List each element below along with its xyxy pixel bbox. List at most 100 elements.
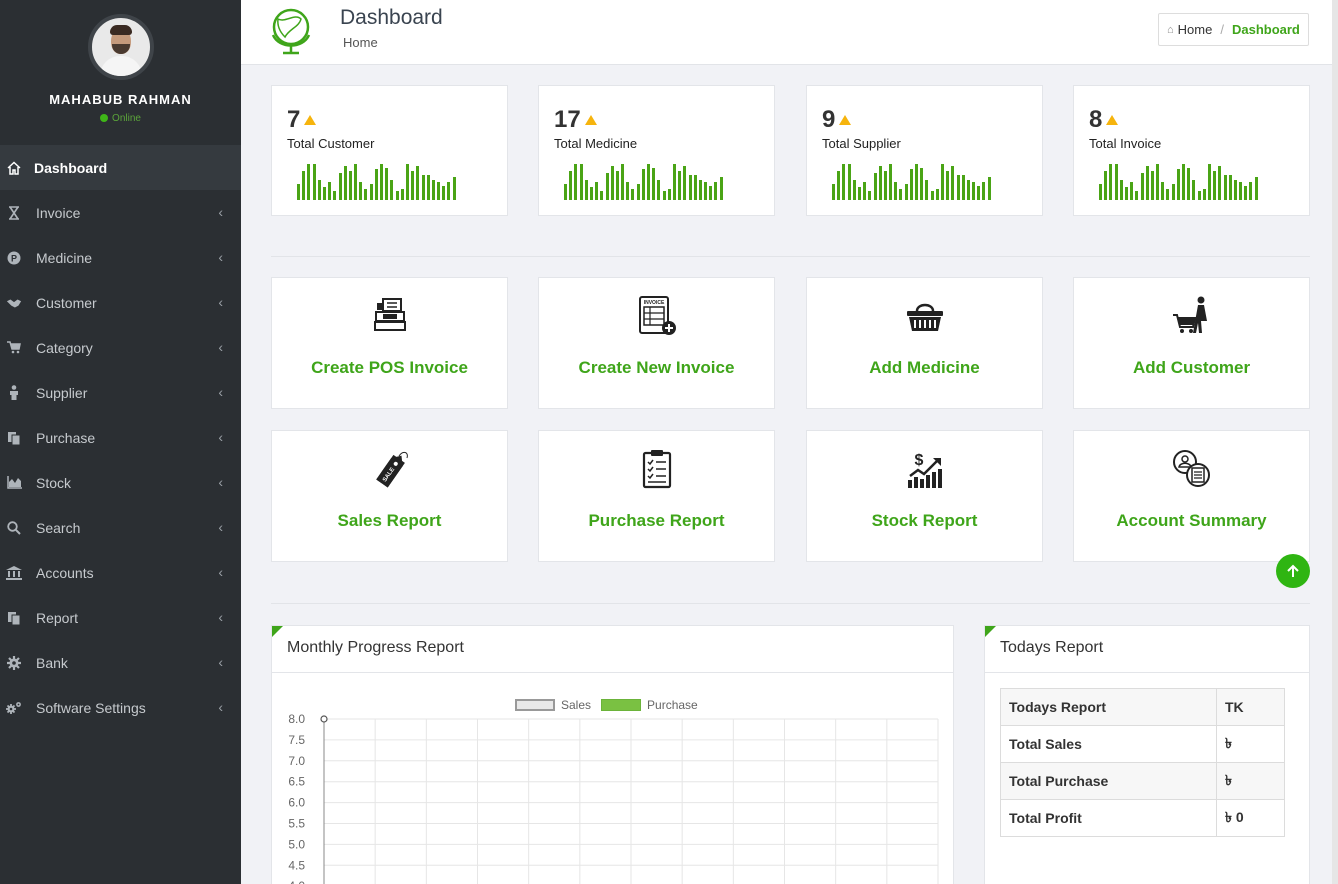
spark-bar xyxy=(1171,184,1175,200)
spark-bar xyxy=(426,175,430,200)
add-medicine-button[interactable]: Add Medicine xyxy=(806,277,1043,409)
spark-bar xyxy=(1130,182,1134,200)
create-new-invoice-button[interactable]: INVOICE Create New Invoice xyxy=(538,277,775,409)
spark-bar xyxy=(698,180,702,200)
spark-bar xyxy=(946,171,950,200)
spark-bar xyxy=(369,184,373,200)
spark-bar xyxy=(883,171,887,200)
sidebar-item-label: Supplier xyxy=(36,384,88,401)
sidebar-item-supplier[interactable]: Supplier ‹ xyxy=(0,370,241,415)
todays-report-table: Todays Report TK Total Sales ৳ Total Pur… xyxy=(1000,688,1285,837)
y-tick-label: 7.5 xyxy=(288,733,305,747)
create-pos-invoice-button[interactable]: Create POS Invoice xyxy=(271,277,508,409)
spark-bar xyxy=(1166,189,1170,200)
spark-bar xyxy=(987,177,991,200)
sidebar-item-stock[interactable]: Stock ‹ xyxy=(0,460,241,505)
spark-bar xyxy=(338,173,342,200)
stat-card-medicine: 17 Total Medicine xyxy=(538,85,775,216)
purchase-report-button[interactable]: Purchase Report xyxy=(538,430,775,562)
spark-bar xyxy=(322,187,326,200)
spark-bar xyxy=(641,169,645,200)
spark-bar xyxy=(837,171,841,200)
spark-bar xyxy=(1244,186,1248,200)
sidebar-item-search[interactable]: Search ‹ xyxy=(0,505,241,550)
sidebar-item-bank[interactable]: Bank ‹ xyxy=(0,640,241,685)
stock-report-button[interactable]: $ Stock Report xyxy=(806,430,1043,562)
sales-report-button[interactable]: SALE Sales Report xyxy=(271,430,508,562)
table-row: Total Sales ৳ xyxy=(1000,725,1285,763)
globe-icon xyxy=(271,8,311,55)
avatar[interactable] xyxy=(87,14,154,80)
chevron-left-icon: ‹ xyxy=(218,384,223,400)
table-cell: Todays Report xyxy=(1000,688,1217,726)
y-tick-label: 4.5 xyxy=(288,858,305,872)
sidebar-item-invoice[interactable]: Invoice ‹ xyxy=(0,190,241,235)
spark-bar xyxy=(380,164,383,200)
sidebar-item-dashboard[interactable]: Dashboard xyxy=(0,145,241,190)
sidebar-item-purchase[interactable]: Purchase ‹ xyxy=(0,415,241,460)
spark-bar xyxy=(1218,166,1222,200)
person-icon xyxy=(6,385,22,401)
chevron-left-icon: ‹ xyxy=(218,429,223,445)
search-icon xyxy=(6,520,22,536)
spark-bar xyxy=(683,166,687,200)
spark-bar xyxy=(956,175,960,200)
table-cell: Total Sales xyxy=(1000,725,1217,763)
sidebar-item-label: Customer xyxy=(36,294,97,311)
chevron-left-icon: ‹ xyxy=(218,519,223,535)
spark-bar xyxy=(704,182,708,200)
page-title: Dashboard xyxy=(340,6,443,29)
sidebar-item-medicine[interactable]: P Medicine ‹ xyxy=(0,235,241,280)
chevron-left-icon: ‹ xyxy=(218,699,223,715)
spark-bar xyxy=(961,175,965,200)
spark-bar xyxy=(1109,164,1113,200)
spark-bar xyxy=(1140,173,1144,200)
sidebar-item-label: Accounts xyxy=(36,564,94,581)
y-tick-label: 5.0 xyxy=(288,837,305,851)
breadcrumb-separator: / xyxy=(1220,22,1224,37)
spark-bar xyxy=(1124,187,1128,200)
breadcrumb-current: Dashboard xyxy=(1231,22,1300,37)
spark-bar xyxy=(1202,189,1206,200)
spark-bar xyxy=(709,186,713,200)
spark-bar xyxy=(1192,180,1196,200)
add-customer-button[interactable]: Add Customer xyxy=(1073,277,1310,409)
sidebar-item-software-settings[interactable]: Software Settings ‹ xyxy=(0,685,241,730)
sidebar-item-category[interactable]: Category ‹ xyxy=(0,325,241,370)
chevron-left-icon: ‹ xyxy=(218,204,223,220)
spark-bar xyxy=(714,182,718,200)
breadcrumb: ⌂ Home / Dashboard xyxy=(1158,13,1309,46)
account-summary-button[interactable]: Account Summary xyxy=(1073,430,1310,562)
action-label: Add Customer xyxy=(1132,358,1251,377)
sidebar-item-customer[interactable]: Customer ‹ xyxy=(0,280,241,325)
sidebar-item-report[interactable]: Report ‹ xyxy=(0,595,241,640)
sidebar-item-accounts[interactable]: Accounts ‹ xyxy=(0,550,241,595)
y-tick-label: 4.0 xyxy=(288,879,305,884)
page-header: Dashboard Home ⌂ Home / Dashboard xyxy=(241,0,1338,65)
stat-value: 7 xyxy=(287,106,317,134)
spark-bar xyxy=(647,164,650,200)
action-label: Create POS Invoice xyxy=(311,358,468,377)
scroll-to-top-button[interactable] xyxy=(1276,554,1310,588)
breadcrumb-home-link[interactable]: Home xyxy=(1178,22,1213,37)
spark-bar xyxy=(868,191,872,200)
spark-bar xyxy=(405,164,409,200)
stat-card-supplier: 9 Total Supplier xyxy=(806,85,1043,216)
page-scrollbar[interactable] xyxy=(1332,0,1338,884)
spark-bar xyxy=(307,164,311,200)
spark-bar xyxy=(442,186,446,200)
basket-icon xyxy=(906,303,943,331)
spark-bar xyxy=(1207,164,1211,200)
sidebar-item-label: Category xyxy=(36,339,93,356)
spark-bar xyxy=(693,175,697,200)
shopper-cart-icon xyxy=(1172,296,1207,333)
action-label: Sales Report xyxy=(337,511,442,530)
spark-bar xyxy=(615,171,619,200)
spark-bar xyxy=(312,164,316,200)
sparkline xyxy=(1099,164,1260,200)
sidebar-item-label: Software Settings xyxy=(36,699,146,716)
y-tick-label: 6.0 xyxy=(288,796,305,810)
table-row: Todays Report TK xyxy=(1000,688,1285,726)
chevron-left-icon: ‹ xyxy=(218,654,223,670)
spark-bar xyxy=(1197,191,1201,200)
